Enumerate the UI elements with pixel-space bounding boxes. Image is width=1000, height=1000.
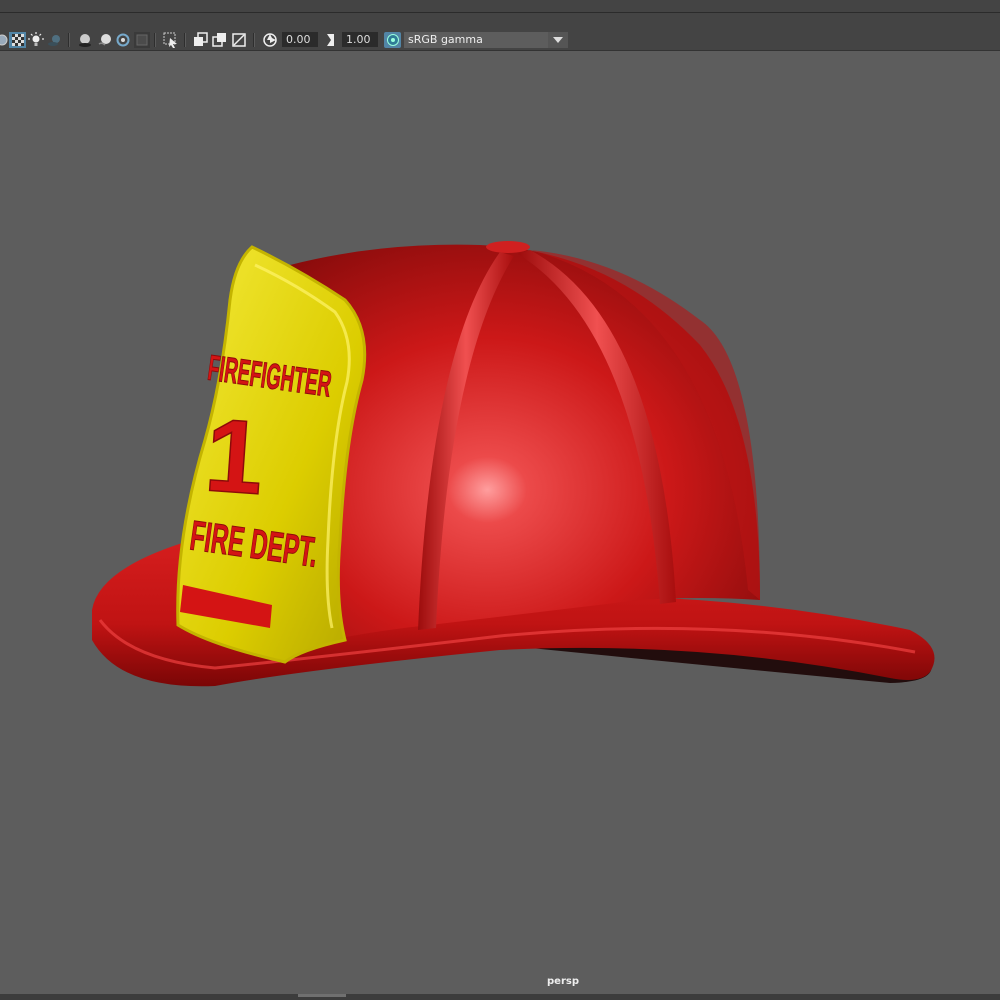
panel-header — [0, 13, 1000, 30]
color-management-icon[interactable] — [384, 32, 401, 48]
toolbar-separator — [154, 33, 156, 47]
bottom-tab[interactable] — [298, 994, 346, 997]
dropdown-arrow-icon[interactable] — [548, 32, 568, 48]
xray-icon[interactable] — [212, 32, 228, 48]
bottom-bar — [0, 994, 1000, 1000]
gamma-field[interactable]: 1.00 — [342, 32, 378, 47]
wireframe-on-shaded-icon[interactable] — [231, 32, 247, 48]
anti-alias-icon[interactable] — [115, 32, 131, 48]
motion-blur-icon[interactable] — [97, 32, 113, 48]
resolution-gate-icon[interactable] — [134, 32, 150, 48]
shield-text-number: 1 — [202, 397, 268, 517]
isolate-icon[interactable] — [193, 32, 209, 48]
viewport-toolbar: 0.00 1.00 sRGB gamma — [0, 30, 1000, 51]
toolbar-separator — [68, 33, 70, 47]
color-space-select[interactable]: sRGB gamma — [404, 32, 568, 48]
exposure-field[interactable]: 0.00 — [282, 32, 318, 47]
helmet-dome — [290, 244, 760, 640]
gamma-icon[interactable] — [324, 32, 338, 48]
lights-icon[interactable] — [28, 32, 44, 48]
3d-viewport[interactable]: FIREFIGHTER 1 FIRE DEPT. — [0, 51, 1000, 994]
helmet-model: FIREFIGHTER 1 FIRE DEPT. — [92, 241, 935, 687]
select-icon[interactable] — [162, 32, 179, 48]
shaded-icon[interactable] — [0, 32, 8, 48]
menu-strip — [0, 0, 1000, 13]
shadows-icon[interactable] — [47, 32, 63, 48]
helmet-top-knob — [486, 241, 530, 253]
toolbar-separator — [184, 33, 186, 47]
ambient-occlusion-icon[interactable] — [76, 32, 93, 48]
camera-label: persp — [547, 976, 579, 987]
toolbar-separator — [253, 33, 255, 47]
texture-checker-icon[interactable] — [9, 32, 26, 48]
exposure-icon[interactable] — [262, 32, 278, 48]
